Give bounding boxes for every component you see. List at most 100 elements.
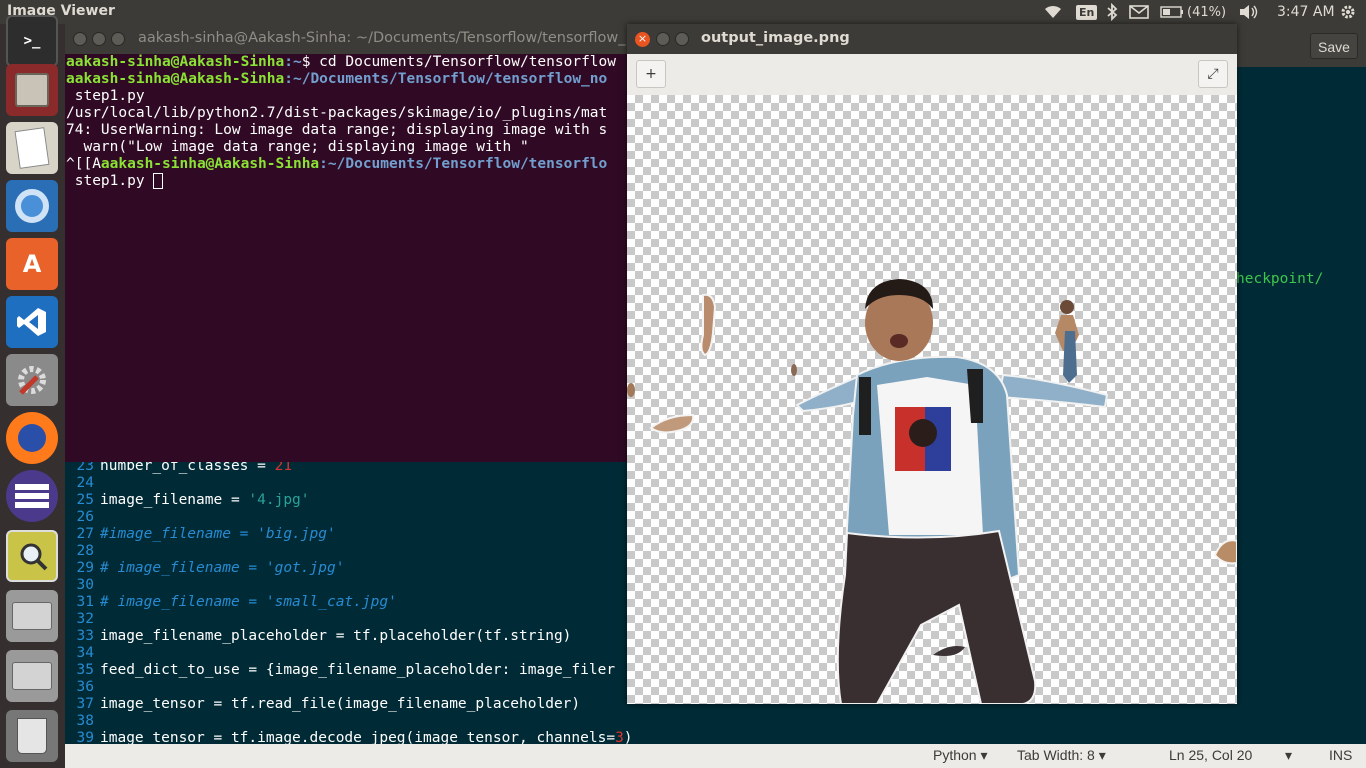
language-selector[interactable]: Python ▾ <box>933 747 988 764</box>
code-token: image_tensor = tf.read_file(image_filena… <box>100 696 581 712</box>
code-text: image_filename_placeholder = tf.placehol… <box>100 628 571 645</box>
image-viewer-launcher-icon[interactable] <box>6 530 58 582</box>
prompt-user: aakash-sinha@Aakash-Sinha <box>100 156 320 172</box>
system-settings-launcher-icon[interactable] <box>6 354 58 406</box>
line-number: 31 <box>76 594 94 610</box>
line-number: 25 <box>76 492 94 508</box>
tab-width-selector[interactable]: Tab Width: 8 ▾ <box>1017 747 1106 764</box>
wifi-icon[interactable] <box>1043 0 1063 24</box>
code-token: feed_dict_to_use = {image_filename_place… <box>100 662 616 678</box>
battery-icon <box>1160 6 1183 18</box>
terminal-line: step1.py <box>66 88 145 105</box>
terminal-launcher-icon[interactable]: >_ <box>6 15 58 67</box>
code-text: image_filename = '4.jpg' <box>100 492 310 509</box>
code-token: image_filename = <box>100 492 249 508</box>
code-text: feed_dict_to_use = {image_filename_place… <box>100 662 615 679</box>
code-token: # image_filename = 'small_cat.jpg' <box>100 594 397 610</box>
escape-sequence: ^[[A <box>66 156 101 172</box>
line-number: 29 <box>76 560 94 576</box>
prompt-user: aakash-sinha@Aakash-Sinha <box>66 54 285 70</box>
terminal-text: step1.py <box>66 173 154 189</box>
terminal-title: aakash-sinha@Aakash-Sinha: ~/Documents/T… <box>138 30 626 46</box>
keyboard-layout-indicator[interactable]: En <box>1076 0 1098 24</box>
terminal-cursor <box>153 173 164 189</box>
battery-percentage: (41%) <box>1187 4 1227 20</box>
image-viewer-window[interactable]: × output_image.png + ⤢ <box>627 24 1237 704</box>
terminal-text: 74: UserWarning: Low image data range; d… <box>66 122 608 138</box>
line-number: 26 <box>76 509 94 525</box>
code-text: # image_filename = 'got.jpg' <box>100 560 344 577</box>
prompt-user: aakash-sinha@Aakash-Sinha <box>66 71 285 87</box>
chromium-launcher-icon[interactable] <box>6 180 58 232</box>
ubuntu-software-launcher-icon[interactable]: A <box>6 238 58 290</box>
battery-indicator[interactable]: (41%) <box>1160 0 1226 24</box>
drive-2-launcher-icon[interactable] <box>6 650 58 702</box>
line-number: 30 <box>76 577 94 593</box>
code-text: # image_filename = 'small_cat.jpg' <box>100 594 397 611</box>
vscode-launcher-icon[interactable] <box>6 296 58 348</box>
mail-icon[interactable] <box>1129 0 1149 24</box>
code-text: image_tensor = tf.read_file(image_filena… <box>100 696 580 713</box>
prompt-path: :~ <box>284 54 302 70</box>
code-token: '4.jpg' <box>248 492 310 508</box>
save-button[interactable]: Save <box>1310 33 1358 59</box>
segmented-person-image <box>627 279 1237 704</box>
code-text: #image_filename = 'big.jpg' <box>100 526 336 543</box>
line-number: 34 <box>76 645 94 661</box>
cursor-position: Ln 25, Col 20 <box>1169 747 1253 763</box>
maximize-icon[interactable] <box>111 32 125 46</box>
code-fragment: heckpoint/ <box>1236 271 1324 287</box>
eclipse-launcher-icon[interactable] <box>6 470 58 522</box>
code-token: image_filename_placeholder = tf.placehol… <box>100 628 572 644</box>
close-icon[interactable]: × <box>635 32 650 47</box>
drive-1-launcher-icon[interactable] <box>6 590 58 642</box>
line-number: 32 <box>76 611 94 627</box>
close-icon[interactable] <box>73 32 87 46</box>
line-number: 36 <box>76 679 94 695</box>
top-panel: Image Viewer En (41%) 3:47 AM <box>0 0 1366 24</box>
position-dropdown-chevron-icon[interactable]: ▾ <box>1285 747 1292 764</box>
line-number: 38 <box>76 713 94 729</box>
line-number: 24 <box>76 475 94 491</box>
terminal-line: aakash-sinha@Aakash-Sinha:~/Documents/Te… <box>66 71 607 88</box>
terminal-text: $ cd Documents/Tensorflow/tensorflow <box>301 54 616 70</box>
terminal-line: /usr/local/lib/python2.7/dist-packages/s… <box>66 105 607 122</box>
line-number: 33 <box>76 628 94 644</box>
terminal-text: step1.py <box>66 88 145 104</box>
code-token: # image_filename = 'got.jpg' <box>100 560 345 576</box>
terminal-window[interactable]: aakash-sinha@Aakash-Sinha: ~/Documents/T… <box>65 24 630 462</box>
image-canvas[interactable] <box>627 95 1237 704</box>
keyboard-layout-label: En <box>1076 4 1098 20</box>
gallery-add-button[interactable]: + <box>636 60 666 88</box>
terminal-text: /usr/local/lib/python2.7/dist-packages/s… <box>66 105 608 121</box>
terminal-line: ^[[Aaakash-sinha@Aakash-Sinha:~/Document… <box>66 156 607 173</box>
minimize-icon[interactable] <box>92 32 106 46</box>
line-number: 27 <box>76 526 94 542</box>
viewer-title: output_image.png <box>701 30 850 46</box>
line-number: 37 <box>76 696 94 712</box>
line-number: 35 <box>76 662 94 678</box>
minimize-icon[interactable] <box>656 32 670 46</box>
terminal-line: aakash-sinha@Aakash-Sinha:~$ cd Document… <box>66 54 616 71</box>
launcher: >_ A <box>0 15 65 768</box>
prompt-path: :~/Documents/Tensorflow/tensorflo <box>319 156 608 172</box>
text-editor-launcher-icon[interactable] <box>6 122 58 174</box>
terminal-titlebar[interactable]: aakash-sinha@Aakash-Sinha: ~/Documents/T… <box>65 24 630 54</box>
maximize-icon[interactable] <box>675 32 689 46</box>
prompt-path: :~/Documents/Tensorflow/tensorflow_no <box>284 71 608 87</box>
volume-icon[interactable] <box>1238 0 1260 24</box>
insert-mode-indicator: INS <box>1329 747 1353 763</box>
terminal-line: warn("Low image data range; displaying i… <box>66 139 529 156</box>
bluetooth-icon[interactable] <box>1106 0 1118 24</box>
system-menu-gear-icon[interactable] <box>1340 0 1356 24</box>
files-launcher-icon[interactable] <box>6 64 58 116</box>
trash-launcher-icon[interactable] <box>6 710 58 762</box>
viewer-titlebar[interactable]: × output_image.png <box>627 24 1237 54</box>
terminal-line: step1.py <box>66 173 164 190</box>
viewer-toolbar: + ⤢ <box>627 54 1237 95</box>
clock[interactable]: 3:47 AM <box>1277 0 1335 24</box>
firefox-launcher-icon[interactable] <box>6 412 58 464</box>
terminal-text: warn("Low image data range; displaying i… <box>66 139 529 155</box>
editor-statusbar: Python ▾ Tab Width: 8 ▾ Ln 25, Col 20 ▾ … <box>65 744 1366 768</box>
fullscreen-button[interactable]: ⤢ <box>1198 60 1228 88</box>
